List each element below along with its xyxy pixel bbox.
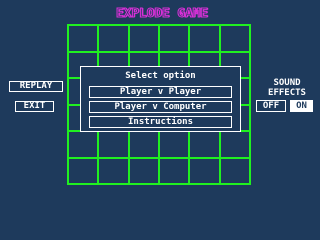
board-cell[interactable] xyxy=(67,157,99,185)
board-cell[interactable] xyxy=(158,130,190,159)
sound-off-toggle[interactable]: OFF xyxy=(256,100,286,112)
board-cell[interactable] xyxy=(188,157,221,185)
board-cell[interactable] xyxy=(188,130,221,159)
player-vs-player-button[interactable]: Player v Player xyxy=(89,86,232,98)
sound-effects-label-line2: EFFECTS xyxy=(268,88,306,98)
game-title: EXPLODE GAME xyxy=(116,6,209,21)
board-cell[interactable] xyxy=(97,24,130,53)
sound-effects-label-line1: SOUND xyxy=(273,78,301,88)
board-cell[interactable] xyxy=(67,24,99,53)
dialog-title: Select option xyxy=(125,71,196,81)
board-cell[interactable] xyxy=(188,24,221,53)
board-cell[interactable] xyxy=(219,157,251,185)
board-cell[interactable] xyxy=(128,130,160,159)
board-cell[interactable] xyxy=(219,130,251,159)
replay-button[interactable]: REPLAY xyxy=(9,81,63,92)
instructions-button[interactable]: Instructions xyxy=(89,116,232,128)
board-cell[interactable] xyxy=(67,130,99,159)
sound-on-toggle[interactable]: ON xyxy=(290,100,313,112)
select-option-dialog: Select option Player v Player Player v C… xyxy=(80,66,241,132)
board-cell[interactable] xyxy=(158,157,190,185)
board-cell[interactable] xyxy=(219,24,251,53)
board-cell[interactable] xyxy=(128,157,160,185)
player-vs-computer-button[interactable]: Player v Computer xyxy=(89,101,232,113)
exit-button[interactable]: EXIT xyxy=(15,101,54,112)
board-cell[interactable] xyxy=(97,130,130,159)
board-cell[interactable] xyxy=(158,24,190,53)
board-cell[interactable] xyxy=(128,24,160,53)
board-cell[interactable] xyxy=(97,157,130,185)
